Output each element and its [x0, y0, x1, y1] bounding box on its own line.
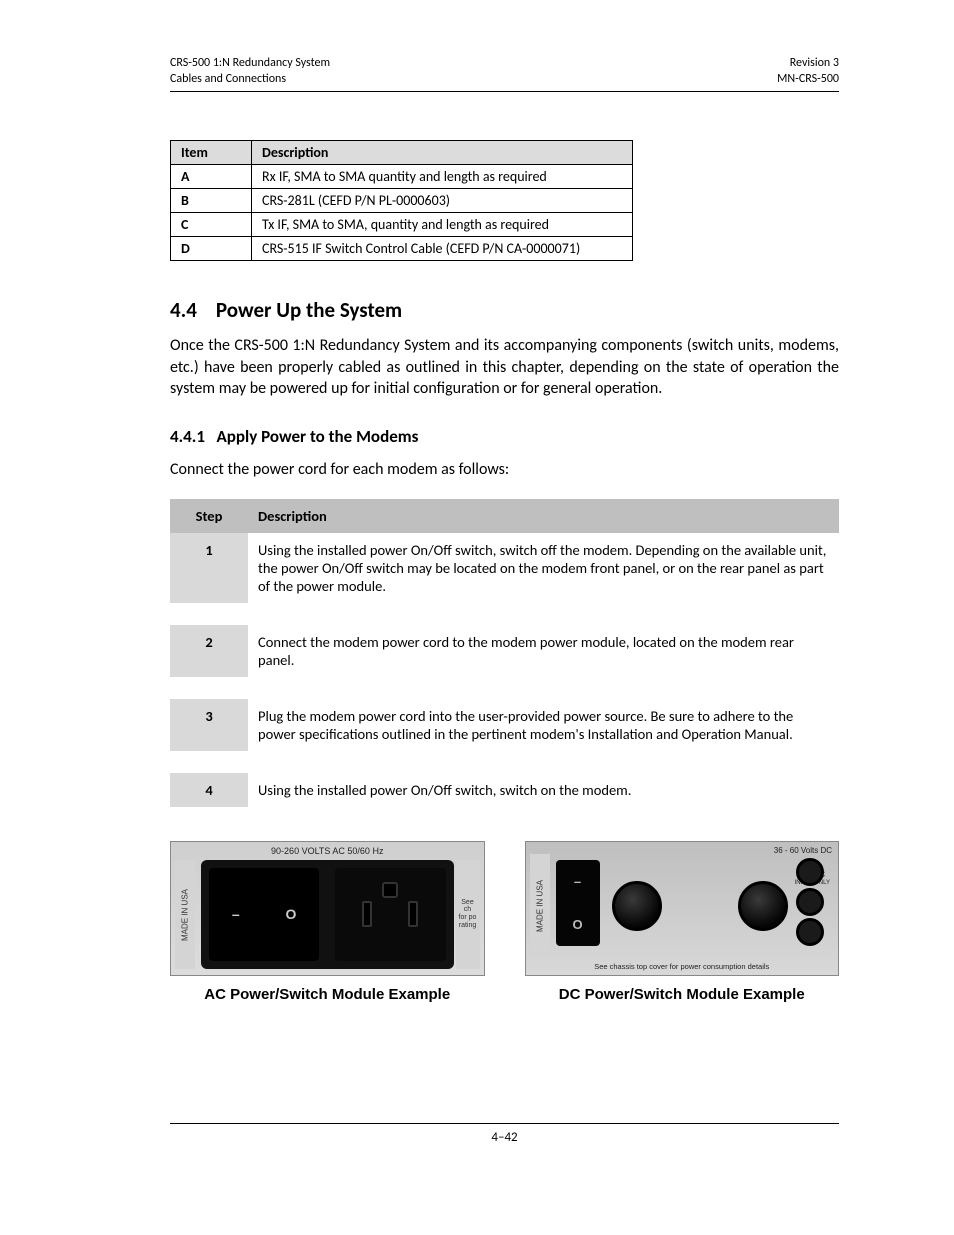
section-number: 4.4 [170, 297, 197, 323]
fuse-holder-icon [738, 881, 788, 931]
spec-header-desc: Description [252, 141, 633, 165]
dc-power-photo: 36 - 60 Volts DC DC INPUT ONLY MADE IN U… [525, 841, 840, 976]
spec-header-item: Item [171, 141, 252, 165]
spec-desc: CRS-281L (CEFD P/N PL-0000603) [252, 189, 633, 213]
dc-fuse-holders [612, 866, 789, 946]
subsection-number: 4.4.1 [170, 426, 205, 447]
ac-power-module: –O [201, 860, 454, 969]
running-header: CRS-500 1:N Redundancy System Cables and… [170, 56, 839, 87]
ac-voltage-label: 90-260 VOLTS AC 50/60 Hz [171, 846, 484, 856]
step-desc: Using the installed power On/Off switch,… [248, 533, 839, 603]
ac-power-photo: 90-260 VOLTS AC 50/60 Hz MADE IN USA See… [170, 841, 485, 976]
rocker-switch-icon: –O [209, 868, 319, 961]
photo-row: 90-260 VOLTS AC 50/60 Hz MADE IN USA See… [170, 841, 839, 1003]
table-row: 4 Using the installed power On/Off switc… [170, 773, 839, 807]
step-desc: Connect the modem power cord to the mode… [248, 625, 839, 677]
table-row: 1 Using the installed power On/Off switc… [170, 533, 839, 603]
table-row: D CRS-515 IF Switch Control Cable (CEFD … [171, 237, 633, 261]
terminal-screw-icon [796, 888, 824, 916]
rocker-switch-icon: –O [556, 860, 600, 946]
section-heading: 4.4 Power Up the System [170, 297, 839, 323]
made-in-usa-label: MADE IN USA [530, 854, 550, 957]
page-footer: 4–42 [170, 1123, 839, 1145]
table-row: 3 Plug the modem power cord into the use… [170, 699, 839, 751]
header-left-2: Cables and Connections [170, 72, 330, 88]
step-number: 1 [170, 533, 248, 603]
dc-power-photo-block: 36 - 60 Volts DC DC INPUT ONLY MADE IN U… [525, 841, 840, 1003]
terminal-screw-icon [796, 918, 824, 946]
header-right-2: MN-CRS-500 [777, 72, 839, 88]
spec-desc: Tx IF, SMA to SMA, quantity and length a… [252, 213, 633, 237]
page-number: 4–42 [491, 1130, 517, 1145]
subsection-paragraph: Connect the power cord for each modem as… [170, 459, 839, 481]
subsection-title: Apply Power to the Modems [216, 426, 418, 447]
step-number: 3 [170, 699, 248, 751]
subsection-heading: 4.4.1 Apply Power to the Modems [170, 426, 839, 447]
steps-header-step: Step [170, 499, 248, 533]
header-right-1: Revision 3 [777, 56, 839, 72]
dc-terminal-block [790, 858, 830, 946]
step-desc: Using the installed power On/Off switch,… [248, 773, 839, 807]
page: CRS-500 1:N Redundancy System Cables and… [0, 0, 954, 1185]
spec-item: C [171, 213, 252, 237]
table-row: C Tx IF, SMA to SMA, quantity and length… [171, 213, 633, 237]
spec-item: B [171, 189, 252, 213]
spec-desc: CRS-515 IF Switch Control Cable (CEFD P/… [252, 237, 633, 261]
iec-socket-icon [335, 868, 445, 961]
step-number: 4 [170, 773, 248, 807]
step-number: 2 [170, 625, 248, 677]
spec-item: D [171, 237, 252, 261]
section-paragraph: Once the CRS-500 1:N Redundancy System a… [170, 335, 839, 400]
dc-consumption-note: See chassis top cover for power consumpt… [526, 962, 839, 971]
spec-item: A [171, 165, 252, 189]
terminal-screw-icon [796, 858, 824, 886]
header-left-1: CRS-500 1:N Redundancy System [170, 56, 330, 72]
spec-table: Item Description A Rx IF, SMA to SMA qua… [170, 140, 633, 261]
dc-voltage-label: 36 - 60 Volts DC [774, 846, 832, 855]
header-rule [170, 91, 839, 92]
ac-power-photo-block: 90-260 VOLTS AC 50/60 Hz MADE IN USA See… [170, 841, 485, 1003]
table-row: B CRS-281L (CEFD P/N PL-0000603) [171, 189, 633, 213]
ac-photo-caption: AC Power/Switch Module Example [170, 986, 485, 1003]
steps-table: Step Description 1 Using the installed p… [170, 499, 839, 807]
table-row: A Rx IF, SMA to SMA quantity and length … [171, 165, 633, 189]
fuse-holder-icon [612, 881, 662, 931]
step-desc: Plug the modem power cord into the user-… [248, 699, 839, 751]
spec-desc: Rx IF, SMA to SMA quantity and length as… [252, 165, 633, 189]
table-row: 2 Connect the modem power cord to the mo… [170, 625, 839, 677]
made-in-usa-label: MADE IN USA [175, 860, 195, 969]
steps-header-desc: Description [248, 499, 839, 533]
ac-rating-note: See ch for po rating [456, 860, 480, 969]
dc-photo-caption: DC Power/Switch Module Example [525, 986, 840, 1003]
section-title: Power Up the System [216, 297, 402, 323]
